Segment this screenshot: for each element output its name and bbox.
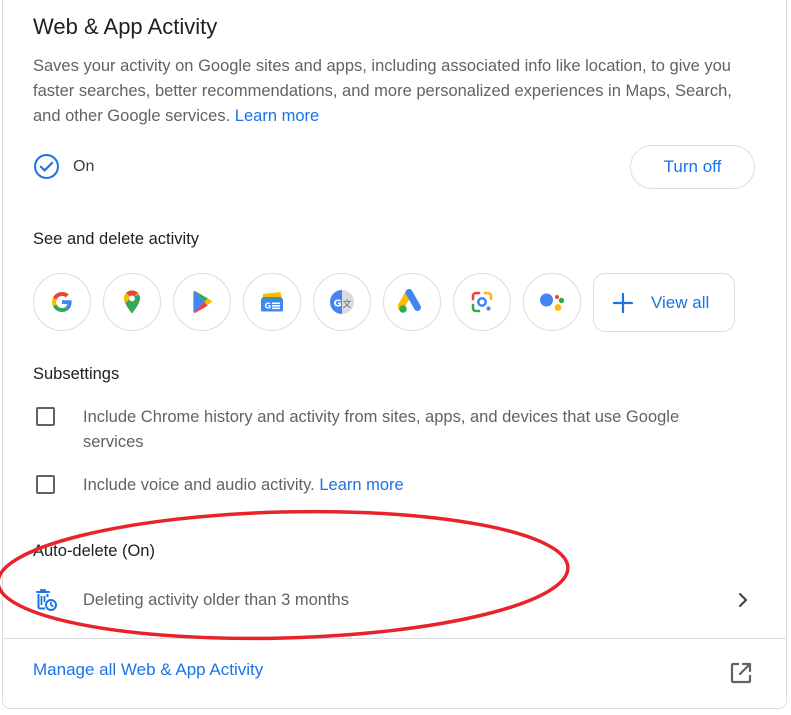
play-store-app-button[interactable] [173, 273, 231, 331]
voice-audio-text: Include voice and audio activity. Learn … [83, 473, 743, 498]
google-news-icon: G [261, 292, 283, 312]
chevron-right-icon [739, 593, 747, 607]
see-delete-activity-title: See and delete activity [33, 230, 200, 248]
voice-audio-option: Include voice and audio activity. Learn … [36, 473, 743, 498]
auto-delete-title: Auto-delete (On) [33, 542, 155, 560]
google-translate-icon: G 文 [330, 290, 354, 314]
plus-icon [612, 292, 634, 313]
auto-delete-text: Deleting activity older than 3 months [83, 590, 349, 609]
voice-audio-label: Include voice and audio activity. [83, 476, 315, 494]
status-row: On [33, 153, 94, 180]
chrome-history-option: Include Chrome history and activity from… [36, 405, 743, 455]
translate-app-button[interactable]: G 文 [313, 273, 371, 331]
svg-text:文: 文 [343, 298, 352, 310]
auto-delete-row[interactable]: Deleting activity older than 3 months [33, 585, 753, 615]
ads-app-button[interactable] [383, 273, 441, 331]
news-app-button[interactable]: G [243, 273, 301, 331]
learn-more-link[interactable]: Learn more [235, 107, 319, 125]
view-all-label: View all [651, 292, 710, 312]
turn-off-button[interactable]: Turn off [630, 145, 755, 189]
status-label: On [73, 157, 95, 175]
description: Saves your activity on Google sites and … [33, 54, 753, 129]
view-all-button[interactable]: View all [593, 273, 735, 332]
voice-learn-more-link[interactable]: Learn more [319, 476, 403, 494]
app-icons-row: G G 文 [33, 273, 593, 331]
manage-activity-link[interactable]: Manage all Web & App Activity [33, 660, 263, 680]
maps-app-button[interactable] [103, 273, 161, 331]
google-assistant-icon [540, 293, 565, 311]
lens-app-button[interactable] [453, 273, 511, 331]
open-in-new-icon[interactable] [729, 661, 753, 685]
play-store-icon [193, 291, 212, 313]
description-text: Saves your activity on Google sites and … [33, 57, 732, 125]
assistant-app-button[interactable] [523, 273, 581, 331]
maps-pin-icon [124, 290, 140, 314]
google-icon [52, 292, 72, 312]
chrome-history-checkbox[interactable] [36, 407, 55, 426]
google-ads-icon [398, 289, 421, 313]
chrome-history-label: Include Chrome history and activity from… [83, 408, 680, 451]
google-lens-icon [471, 291, 493, 313]
subsettings-title: Subsettings [33, 365, 120, 383]
google-search-app-button[interactable] [33, 273, 91, 331]
svg-text:G: G [265, 302, 272, 311]
voice-audio-checkbox[interactable] [36, 475, 55, 494]
svg-text:G: G [334, 299, 342, 310]
page-title: Web & App Activity [33, 14, 218, 39]
footer-divider [3, 638, 786, 639]
check-circle-icon [34, 154, 59, 179]
auto-delete-icon [36, 589, 57, 611]
